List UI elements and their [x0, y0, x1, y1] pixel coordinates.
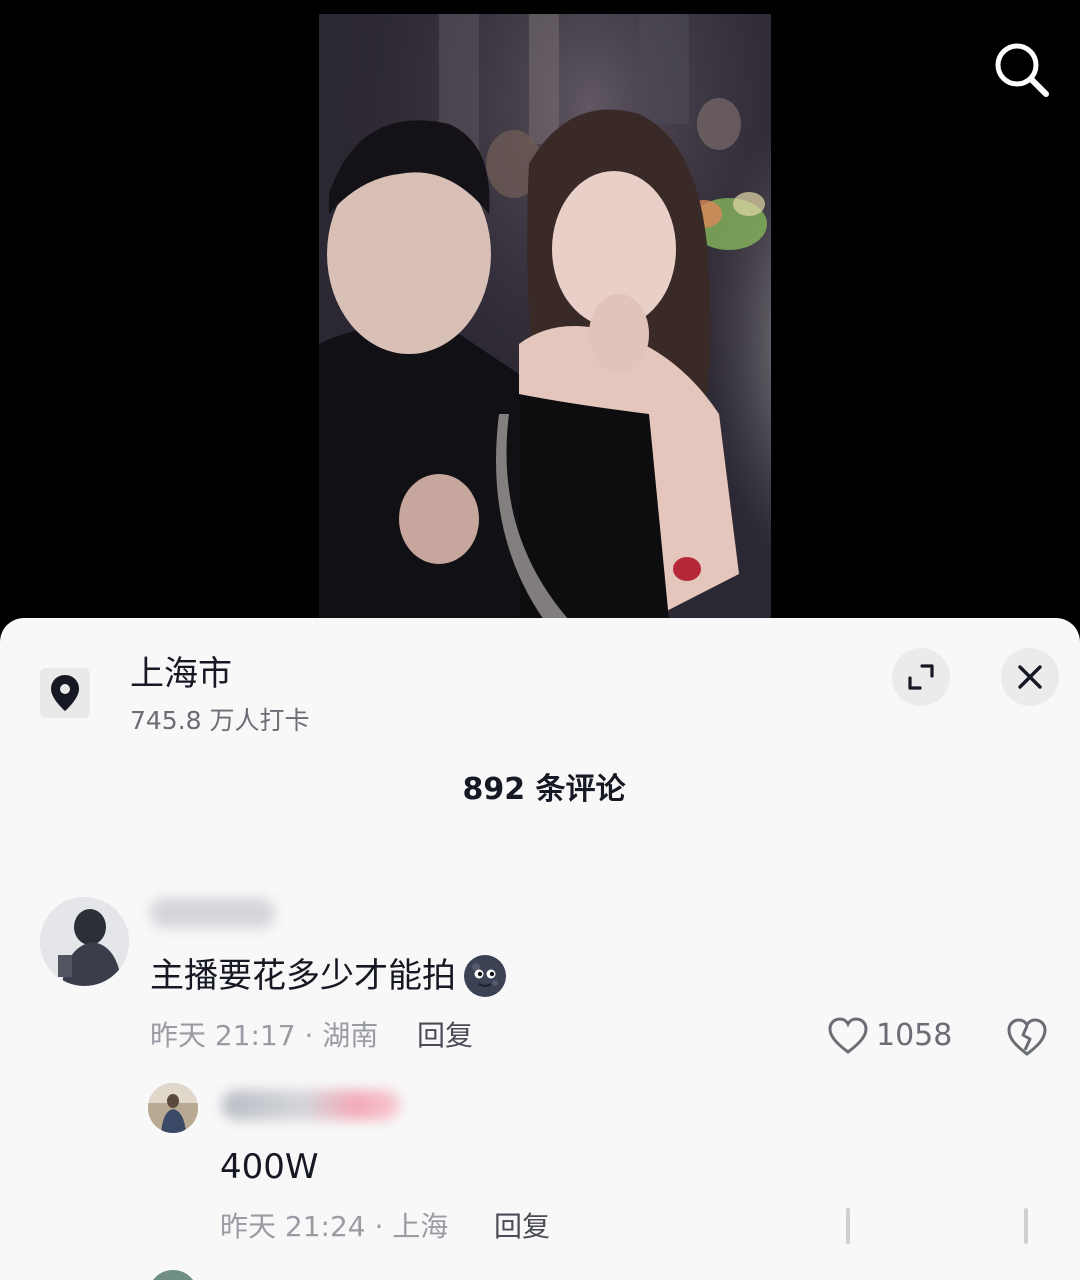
- video-frame-image: [319, 14, 771, 620]
- reply-button[interactable]: 回复: [417, 1016, 473, 1056]
- comment-time-location: 昨天 21:17 · 湖南: [150, 1019, 379, 1052]
- reply-avatar[interactable]: [148, 1083, 198, 1133]
- avatar-image: [40, 897, 129, 986]
- reply-text: 400W: [220, 1147, 319, 1187]
- reply-username-blurred[interactable]: [222, 1090, 400, 1120]
- faded-dislike-icon[interactable]: [1024, 1208, 1028, 1244]
- moon-face-emoji-icon: [462, 953, 508, 999]
- like-count: 1058: [876, 1018, 953, 1053]
- location-checkins: 745.8 万人打卡: [130, 706, 310, 735]
- expand-icon: [908, 664, 934, 690]
- username-blurred[interactable]: [150, 898, 275, 928]
- reply-time-location: 昨天 21:24 · 上海: [220, 1210, 449, 1243]
- expand-button[interactable]: [892, 648, 950, 706]
- faded-like-icon[interactable]: [846, 1208, 850, 1244]
- search-icon: [995, 43, 1049, 97]
- comment-text: 主播要花多少才能拍: [150, 952, 508, 1000]
- search-button[interactable]: [990, 38, 1054, 102]
- broken-heart-icon: [1007, 1018, 1047, 1056]
- heart-outline-icon: [828, 1017, 868, 1054]
- dislike-button[interactable]: [1006, 1016, 1048, 1058]
- close-button[interactable]: [1001, 648, 1059, 706]
- location-name[interactable]: 上海市: [130, 652, 232, 696]
- comment-body: 主播要花多少才能拍: [150, 956, 456, 996]
- close-icon: [1018, 665, 1042, 689]
- location-icon-box[interactable]: [40, 668, 90, 718]
- avatar-image: [148, 1083, 198, 1133]
- comment-count-title: 892 条评论: [462, 772, 626, 807]
- avatar[interactable]: [40, 897, 129, 986]
- like-button[interactable]: 1058: [828, 1014, 952, 1058]
- screen: 上海市 745.8 万人打卡 892 条评论 主播要花多少才能拍 昨天 21:1…: [0, 0, 1080, 1280]
- reply-button[interactable]: 回复: [494, 1207, 550, 1247]
- location-pin-icon: [51, 675, 79, 711]
- video-player[interactable]: [319, 14, 771, 620]
